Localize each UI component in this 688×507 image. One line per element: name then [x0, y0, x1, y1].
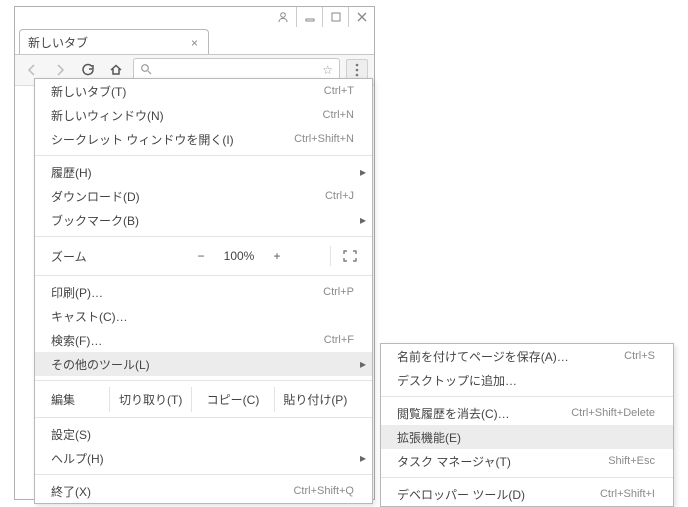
user-icon[interactable] [270, 7, 296, 27]
menu-incognito[interactable]: シークレット ウィンドウを開く(I)Ctrl+Shift+N [35, 127, 372, 151]
menu-new-tab[interactable]: 新しいタブ(T)Ctrl+T [35, 79, 372, 103]
edit-paste[interactable]: 貼り付け(P) [274, 387, 356, 412]
address-input[interactable] [156, 62, 318, 78]
menu-history[interactable]: 履歴(H)▸ [35, 160, 372, 184]
fullscreen-button[interactable] [330, 246, 358, 266]
menu-find[interactable]: 検索(F)…Ctrl+F [35, 328, 372, 352]
menu-bookmarks[interactable]: ブックマーク(B)▸ [35, 208, 372, 232]
menu-settings[interactable]: 設定(S) [35, 422, 372, 446]
menu-exit[interactable]: 終了(X)Ctrl+Shift+Q [35, 479, 372, 503]
submenu-extensions[interactable]: 拡張機能(E) [381, 425, 673, 449]
submenu-add-desktop[interactable]: デスクトップに追加… [381, 368, 673, 392]
menu-print[interactable]: 印刷(P)…Ctrl+P [35, 280, 372, 304]
submenu-task-manager[interactable]: タスク マネージャ(T)Shift+Esc [381, 449, 673, 473]
menu-edit-row: 編集 切り取り(T) コピー(C) 貼り付け(P) [35, 385, 372, 413]
window-controls [270, 7, 374, 27]
separator [35, 275, 372, 276]
submenu-save-as[interactable]: 名前を付けてページを保存(A)…Ctrl+S [381, 344, 673, 368]
zoom-label: ズーム [51, 248, 191, 265]
tab[interactable]: 新しいタブ × [19, 29, 209, 55]
menu-downloads[interactable]: ダウンロード(D)Ctrl+J [35, 184, 372, 208]
menu-zoom: ズーム − 100% + [35, 241, 372, 271]
zoom-value: 100% [221, 249, 257, 263]
separator [35, 417, 372, 418]
zoom-in-button[interactable]: + [267, 249, 287, 263]
submenu-clear-data[interactable]: 閲覧履歴を消去(C)…Ctrl+Shift+Delete [381, 401, 673, 425]
minimize-button[interactable] [296, 7, 322, 27]
menu-help[interactable]: ヘルプ(H)▸ [35, 446, 372, 470]
tab-strip: 新しいタブ × [19, 29, 370, 55]
edit-label: 編集 [51, 391, 109, 408]
separator [381, 396, 673, 397]
menu-new-window[interactable]: 新しいウィンドウ(N)Ctrl+N [35, 103, 372, 127]
separator [35, 236, 372, 237]
separator [35, 155, 372, 156]
menu-more-tools[interactable]: その他のツール(L)▸ [35, 352, 372, 376]
separator [35, 380, 372, 381]
chevron-right-icon: ▸ [360, 357, 366, 371]
separator [35, 474, 372, 475]
menu-cast[interactable]: キャスト(C)… [35, 304, 372, 328]
maximize-button[interactable] [322, 7, 348, 27]
main-menu: 新しいタブ(T)Ctrl+T 新しいウィンドウ(N)Ctrl+N シークレット … [34, 78, 373, 504]
tab-title: 新しいタブ [28, 34, 189, 51]
tab-close-icon[interactable]: × [189, 36, 200, 50]
bookmark-star-icon[interactable]: ☆ [322, 63, 333, 77]
edit-copy[interactable]: コピー(C) [191, 387, 273, 412]
separator [381, 477, 673, 478]
chevron-right-icon: ▸ [360, 451, 366, 465]
edit-cut[interactable]: 切り取り(T) [109, 387, 191, 412]
close-button[interactable] [348, 7, 374, 27]
search-icon [140, 63, 152, 78]
more-tools-submenu: 名前を付けてページを保存(A)…Ctrl+S デスクトップに追加… 閲覧履歴を消… [380, 343, 674, 507]
zoom-out-button[interactable]: − [191, 249, 211, 263]
chevron-right-icon: ▸ [360, 213, 366, 227]
chevron-right-icon: ▸ [360, 165, 366, 179]
submenu-dev-tools[interactable]: デベロッパー ツール(D)Ctrl+Shift+I [381, 482, 673, 506]
